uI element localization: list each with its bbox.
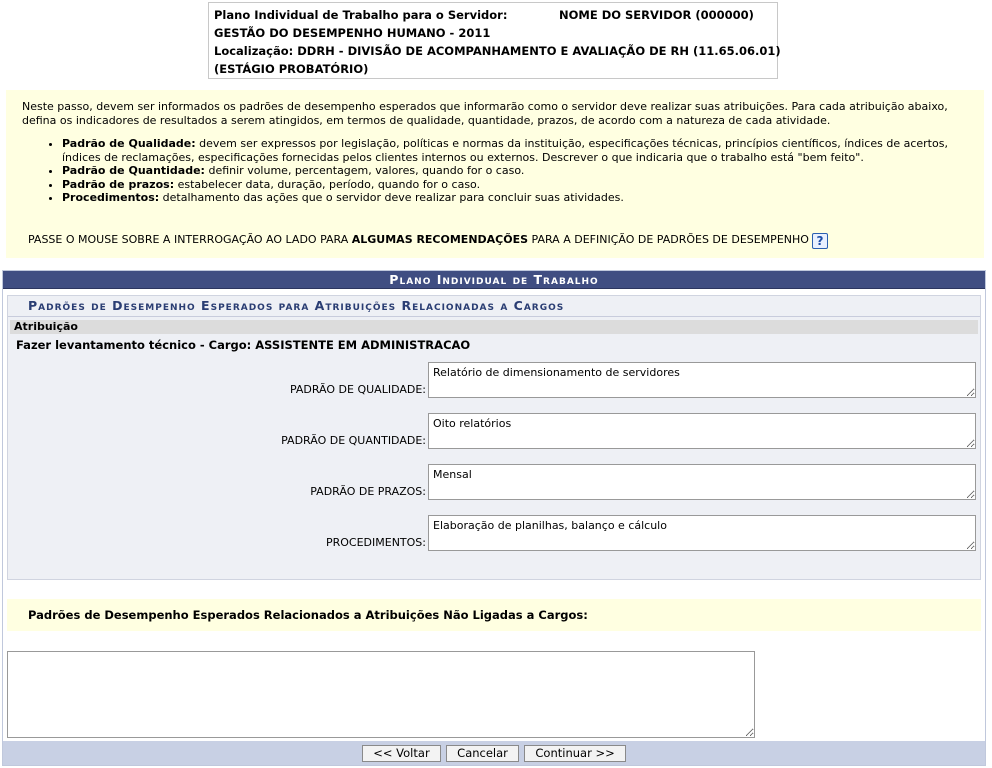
field-row-procedimentos: PROCEDIMENTOS: Elaboração de planilhas, …: [10, 515, 978, 553]
attribution-header: Atribuição: [10, 320, 978, 334]
procedimentos-input[interactable]: Elaboração de planilhas, balanço e cálcu…: [428, 515, 976, 551]
instruction-term: Padrão de Quantidade:: [62, 164, 205, 177]
instruction-term: Padrão de Qualidade:: [62, 137, 196, 150]
help-question-icon[interactable]: ?: [811, 233, 828, 249]
attribution-description: Fazer levantamento técnico - Cargo: ASSI…: [16, 338, 471, 352]
instruction-item-prazos: Padrão de prazos: estabelecer data, dura…: [62, 178, 968, 192]
server-name: NOME DO SERVIDOR (000000): [559, 8, 754, 22]
instruction-item-procedimentos: Procedimentos: detalhamento das ações qu…: [62, 191, 968, 205]
instruction-item-quantidade: Padrão de Quantidade: definir volume, pe…: [62, 164, 968, 178]
field-row-quantidade: PADRÃO DE QUANTIDADE: Oito relatórios: [10, 413, 978, 451]
field-row-qualidade: PADRÃO DE QUALIDADE: Relatório de dimens…: [10, 362, 978, 400]
form-title: Plano Individual de Trabalho: [3, 271, 985, 289]
instruction-term: Padrão de prazos:: [62, 177, 175, 191]
instructions-intro: Neste passo, devem ser informados os pad…: [22, 100, 948, 127]
nonlinked-section-title: Padrões de Desempenho Esperados Relacion…: [7, 599, 981, 631]
instruction-term: Procedimentos:: [62, 191, 160, 204]
qualidade-input[interactable]: Relatório de dimensionamento de servidor…: [428, 362, 976, 398]
quantidade-input[interactable]: Oito relatórios: [428, 413, 976, 449]
nonlinked-attributions-input[interactable]: [7, 651, 755, 738]
back-button[interactable]: << Voltar: [362, 745, 441, 762]
recommendation-note: PASSE O MOUSE SOBRE A INTERROGAÇÃO AO LA…: [28, 233, 828, 249]
servidor-info-box: Plano Individual de Trabalho para o Serv…: [208, 2, 781, 79]
plano-label: Plano Individual de Trabalho para o Serv…: [214, 8, 508, 22]
prazos-input[interactable]: Mensal: [428, 464, 976, 500]
note-suffix: PARA A DEFINIÇÃO DE PADRÕES DE DESEMPENH…: [528, 233, 809, 246]
info-line-gestao: GESTÃO DO DESEMPENHO HUMANO - 2011: [214, 26, 491, 40]
button-bar: << Voltar Cancelar Continuar >>: [3, 741, 985, 765]
instruction-item-qualidade: Padrão de Qualidade: devem ser expressos…: [62, 137, 968, 164]
qualidade-label: PADRÃO DE QUALIDADE:: [289, 383, 426, 396]
procedimentos-label: PROCEDIMENTOS:: [325, 536, 426, 549]
instructions-list: Padrão de Qualidade: devem ser expressos…: [22, 137, 968, 205]
instruction-text: detalhamento das ações que o servidor de…: [159, 191, 624, 204]
instruction-text: estabelecer data, duração, período, quan…: [174, 177, 481, 191]
info-line-estagio: (ESTÁGIO PROBATÓRIO): [214, 62, 369, 76]
continue-button[interactable]: Continuar >>: [524, 745, 626, 762]
instruction-text: definir volume, percentagem, valores, qu…: [204, 164, 525, 177]
quantidade-label: PADRÃO DE QUANTIDADE:: [281, 434, 426, 447]
attribution-block: Atribuição Fazer levantamento técnico - …: [10, 320, 978, 575]
plano-form: Plano Individual de Trabalho Padrões de …: [2, 270, 986, 766]
info-line-plano: Plano Individual de Trabalho para o Serv…: [214, 6, 772, 24]
instruction-text: devem ser expressos por legislação, polí…: [62, 137, 948, 164]
info-line-localizacao: Localização: DDRH - DIVISÃO DE ACOMPANHA…: [214, 44, 781, 58]
section-title: Padrões de Desempenho Esperados para Atr…: [8, 296, 980, 317]
note-prefix: PASSE O MOUSE SOBRE A INTERROGAÇÃO AO LA…: [28, 233, 352, 246]
field-row-prazos: PADRÃO DE PRAZOS: Mensal: [10, 464, 978, 502]
cancel-button[interactable]: Cancelar: [446, 745, 519, 762]
cargo-attributions-section: Padrões de Desempenho Esperados para Atr…: [7, 295, 981, 580]
note-bold: ALGUMAS RECOMENDAÇÕES: [351, 233, 529, 246]
prazos-label: PADRÃO DE PRAZOS:: [310, 485, 426, 498]
instructions-panel: Neste passo, devem ser informados os pad…: [6, 90, 984, 258]
